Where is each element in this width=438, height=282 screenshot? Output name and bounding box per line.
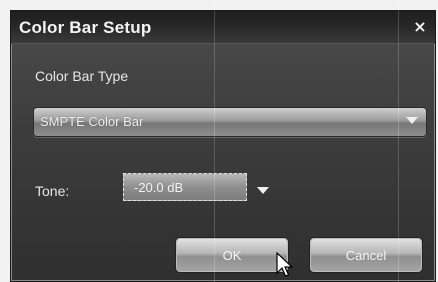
color-bar-type-dropdown[interactable]: SMPTE Color Bar — [33, 107, 427, 137]
color-bar-type-value: SMPTE Color Bar — [40, 114, 144, 129]
scan-line — [398, 0, 399, 282]
ok-button-label: OK — [222, 248, 242, 263]
cancel-button-label: Cancel — [345, 248, 387, 263]
dialog-titlebar[interactable]: Color Bar Setup × — [11, 11, 435, 44]
ok-button[interactable]: OK — [175, 237, 289, 273]
tone-label: Tone: — [35, 183, 70, 199]
close-icon[interactable]: × — [411, 18, 429, 36]
color-bar-type-label: Color Bar Type — [35, 68, 129, 84]
tone-field[interactable]: -20.0 dB — [123, 173, 247, 201]
mouse-pointer-icon — [276, 252, 294, 277]
tone-dropdown-arrow-icon[interactable] — [257, 187, 269, 194]
cancel-button[interactable]: Cancel — [309, 237, 423, 273]
scan-line — [214, 0, 215, 282]
tone-value: -20.0 dB — [134, 180, 184, 195]
color-bar-setup-dialog: Color Bar Setup × Color Bar Type SMPTE C… — [10, 10, 436, 282]
chevron-down-icon — [406, 117, 418, 124]
dialog-title: Color Bar Setup — [19, 18, 152, 37]
screen: Color Bar Setup × Color Bar Type SMPTE C… — [0, 0, 438, 282]
